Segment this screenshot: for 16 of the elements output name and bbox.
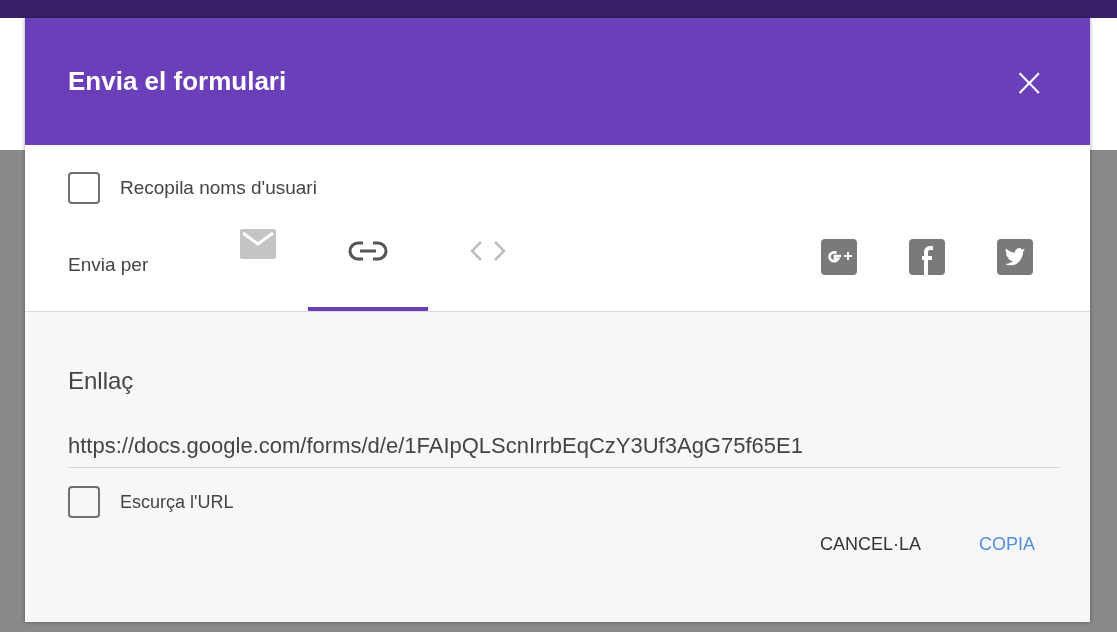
link-icon: [348, 239, 388, 262]
checkbox-label: Recopila noms d'usuari: [120, 177, 317, 199]
facebook-icon[interactable]: [909, 238, 945, 275]
checkbox[interactable]: [68, 172, 100, 204]
cancel-button[interactable]: CANCEL·LA: [819, 526, 921, 563]
checkbox[interactable]: [68, 486, 100, 518]
url-field[interactable]: https://docs.google.com/forms/d/e/1FAIpQLScnIrrbEqCzY3Uf3AgG75f65E1: [68, 433, 1059, 468]
code-icon: [469, 238, 507, 263]
send-via-label: Envia per: [68, 252, 150, 276]
link-heading: Enllaç: [68, 367, 135, 395]
dialog-title: Envia el formulari: [68, 66, 287, 97]
bird-icon[interactable]: [997, 238, 1033, 275]
close-button[interactable]: ×: [1012, 61, 1046, 102]
google-plus-icon[interactable]: [821, 238, 857, 275]
envelope-icon: [240, 228, 276, 259]
checkbox-label: Escurça l'URL: [120, 491, 234, 513]
